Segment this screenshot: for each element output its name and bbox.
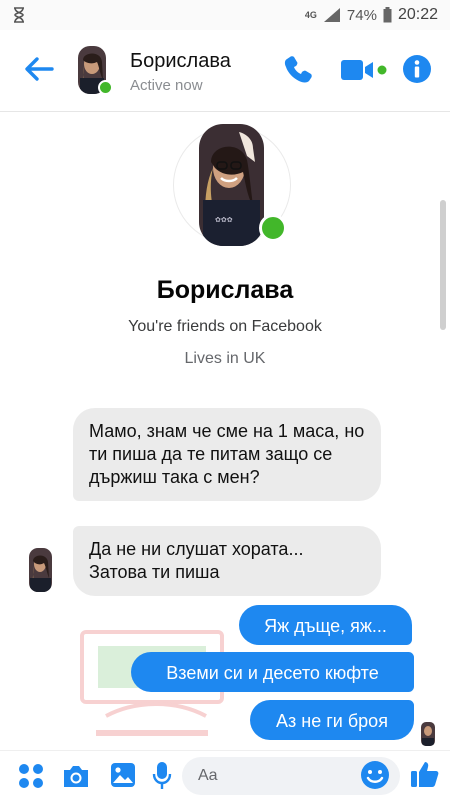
sender-avatar[interactable] — [29, 548, 52, 592]
back-arrow-icon[interactable] — [22, 52, 56, 86]
video-icon[interactable] — [341, 58, 387, 82]
incoming-message[interactable]: Мамо, знам че сме на 1 маса, но ти пиша … — [73, 408, 381, 501]
mic-icon[interactable] — [152, 761, 172, 791]
scrollbar[interactable] — [440, 200, 446, 330]
svg-text:✿✿✿: ✿✿✿ — [215, 216, 233, 224]
battery-icon — [383, 7, 392, 23]
outgoing-message[interactable]: Вземи си и десето кюфте — [131, 652, 414, 692]
read-receipt-avatar — [421, 722, 435, 746]
message-composer: Aa — [0, 750, 450, 800]
phone-icon[interactable] — [283, 54, 313, 84]
apps-icon[interactable] — [18, 763, 44, 789]
camera-icon[interactable] — [62, 763, 90, 789]
contact-name[interactable]: Борислава — [130, 50, 231, 73]
profile-photo[interactable]: ✿✿✿ — [199, 124, 264, 246]
location-info: Lives in UK — [184, 350, 266, 367]
message-input-placeholder: Aa — [198, 767, 218, 784]
profile-online-indicator — [259, 214, 287, 242]
chat-header: Борислава Active now — [0, 30, 450, 112]
battery-percent: 74% — [346, 6, 377, 24]
like-icon[interactable] — [410, 759, 440, 789]
outgoing-message[interactable]: Аз не ги броя — [250, 700, 414, 740]
incoming-message[interactable]: Да не ни слушат хората... Затова ти пиша — [73, 526, 381, 596]
friends-info: You're friends on Facebook — [128, 318, 322, 335]
emoji-icon[interactable] — [360, 760, 390, 790]
hourglass-icon — [14, 7, 24, 23]
online-indicator — [98, 80, 113, 95]
network-type: 4G — [304, 9, 317, 20]
status-bar: 4G 74% 20:22 — [0, 0, 450, 30]
outgoing-message[interactable]: Яж дъще, яж... — [239, 605, 412, 645]
gallery-icon[interactable] — [110, 762, 136, 788]
info-icon[interactable] — [402, 54, 432, 84]
active-status: Active now — [130, 77, 203, 94]
signal-icon — [323, 8, 340, 22]
profile-name: Борислава — [156, 276, 294, 304]
clock: 20:22 — [397, 6, 438, 23]
